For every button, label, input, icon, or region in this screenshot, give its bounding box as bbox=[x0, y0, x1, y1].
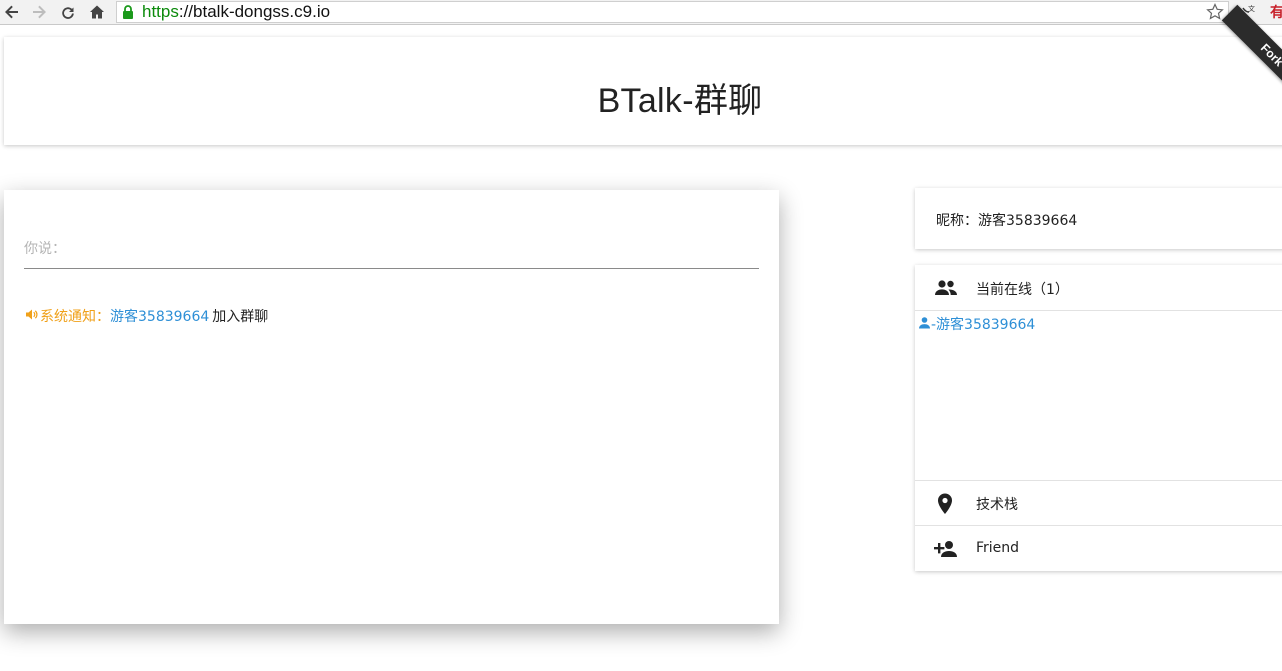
svg-text:文: 文 bbox=[1248, 4, 1255, 13]
star-icon[interactable] bbox=[1206, 3, 1224, 25]
home-icon[interactable] bbox=[87, 2, 107, 22]
online-count-label: 当前在线（1） bbox=[976, 282, 1069, 298]
reload-icon[interactable] bbox=[58, 2, 78, 22]
message-username[interactable]: 游客35839664 bbox=[110, 306, 209, 326]
url-scheme: https bbox=[142, 2, 179, 21]
system-notice-label: 系统通知： bbox=[40, 309, 110, 325]
lock-icon bbox=[122, 5, 134, 24]
forward-icon[interactable] bbox=[29, 2, 49, 22]
system-message: 系统通知： 游客35839664 加入群聊 bbox=[25, 306, 268, 326]
back-icon[interactable] bbox=[2, 2, 22, 22]
nickname-card: 昵称：游客35839664 bbox=[915, 188, 1282, 249]
url-text[interactable]: https://btalk-dongss.c9.io bbox=[142, 3, 330, 21]
address-bar[interactable]: https://btalk-dongss.c9.io bbox=[116, 1, 1229, 23]
person-icon bbox=[918, 316, 931, 333]
tech-stack-label: 技术栈 bbox=[976, 497, 1018, 513]
chat-input[interactable] bbox=[24, 230, 759, 269]
speaker-icon bbox=[25, 308, 38, 325]
person-add-icon bbox=[934, 540, 958, 562]
tech-stack-item[interactable]: 技术栈 bbox=[915, 481, 1282, 525]
friend-label: Friend bbox=[976, 540, 1020, 556]
online-user-name: -游客35839664 bbox=[931, 317, 1036, 333]
nickname-text: 昵称：游客35839664 bbox=[936, 213, 1078, 229]
url-host: ://btalk-dongss.c9.io bbox=[178, 2, 331, 21]
page-title: BTalk-群聊 bbox=[597, 82, 763, 120]
svg-text:有: 有 bbox=[1270, 4, 1282, 21]
friend-item[interactable]: Friend bbox=[915, 526, 1282, 571]
online-user-item[interactable]: -游客35839664 bbox=[918, 314, 1035, 334]
online-users-header[interactable]: 当前在线（1） bbox=[915, 265, 1282, 310]
side-menu: 当前在线（1） -游客35839664 技术栈 Friend bbox=[915, 265, 1282, 571]
chat-panel: 系统通知： 游客35839664 加入群聊 bbox=[4, 190, 779, 624]
location-pin-icon bbox=[937, 493, 953, 519]
browser-toolbar: https://btalk-dongss.c9.io 文en 有 bbox=[0, 0, 1282, 25]
header-card: BTalk-群聊 bbox=[4, 37, 1282, 145]
group-icon bbox=[934, 278, 958, 302]
message-text: 加入群聊 bbox=[212, 309, 269, 325]
divider bbox=[915, 310, 1282, 311]
extension-icon[interactable]: 有 bbox=[1270, 2, 1282, 26]
